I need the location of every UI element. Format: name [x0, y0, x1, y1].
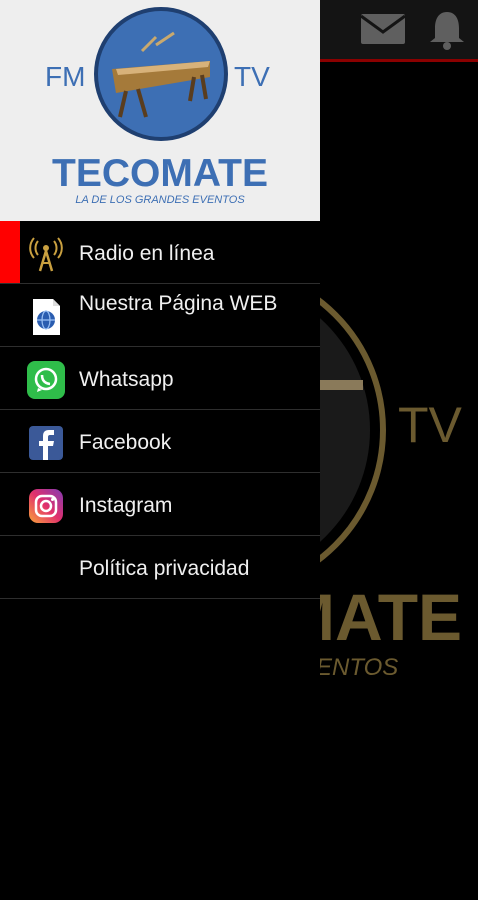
menu-item-label: Radio en línea [79, 242, 215, 265]
drawer-header: FM TV TECOMATE LA DE LOS GRANDES EVENTOS [0, 0, 320, 221]
brand-name: TECOMATE [52, 152, 268, 195]
web-page-icon [27, 298, 65, 336]
menu-item-facebook[interactable]: Facebook [0, 410, 320, 473]
menu-item-radio[interactable]: Radio en línea [0, 221, 320, 284]
menu-item-web[interactable]: Nuestra Página WEB [0, 284, 320, 347]
instagram-icon [27, 487, 65, 525]
menu-item-label: Facebook [79, 431, 172, 454]
drawer-menu: Radio en línea Nuestra Página WEB Whatsa… [0, 221, 320, 599]
menu-item-privacy[interactable]: Política privacidad [0, 536, 320, 599]
background-tv: TV [398, 397, 463, 453]
brand-tagline: LA DE LOS GRANDES EVENTOS [75, 194, 245, 206]
menu-item-label: Whatsapp [79, 368, 174, 391]
menu-item-label: Nuestra Página WEB [79, 292, 278, 315]
radio-tower-icon [27, 235, 65, 273]
menu-item-label: Política privacidad [79, 557, 250, 580]
menu-item-whatsapp[interactable]: Whatsapp [0, 347, 320, 410]
logo-fm: FM [45, 61, 86, 92]
facebook-icon [27, 424, 65, 462]
logo-tv: TV [234, 61, 270, 92]
whatsapp-icon [27, 361, 65, 399]
marimba-logo [94, 7, 228, 141]
menu-item-instagram[interactable]: Instagram [0, 473, 320, 536]
navigation-drawer: FM TV TECOMATE LA DE LOS GRANDES EVENTOS [0, 0, 320, 900]
menu-item-label: Instagram [79, 494, 173, 517]
